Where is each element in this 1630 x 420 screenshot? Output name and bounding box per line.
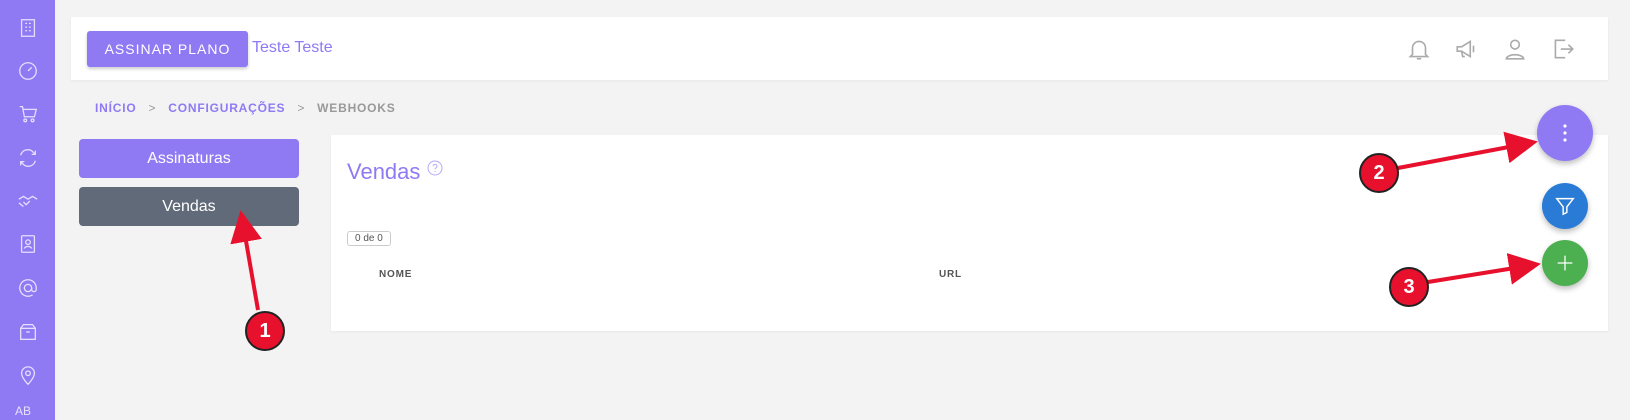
breadcrumb-inicio[interactable]: INÍCIO [95, 101, 136, 115]
annotation-marker-2: 2 [1359, 153, 1399, 193]
handshake-icon[interactable] [15, 188, 40, 213]
plus-icon [1557, 255, 1573, 271]
breadcrumb-webhooks: WEBHOOKS [317, 101, 396, 115]
annotation-marker-3: 3 [1389, 267, 1429, 307]
more-options-button[interactable] [1537, 105, 1593, 161]
location-pin-icon[interactable] [15, 363, 40, 388]
record-count-badge: 0 de 0 [347, 231, 391, 246]
megaphone-icon[interactable] [1453, 35, 1480, 62]
arrow-1 [230, 210, 262, 311]
refresh-icon[interactable] [15, 145, 40, 170]
annotation-marker-1: 1 [245, 311, 285, 351]
logout-icon[interactable] [1549, 35, 1576, 62]
sidebar-bottom-label: AB [15, 404, 32, 418]
breadcrumb-separator: > [297, 101, 306, 115]
contacts-book-icon[interactable] [15, 231, 40, 256]
page-title: Vendas [347, 159, 421, 184]
vertical-dots-icon [1563, 124, 1567, 142]
column-header-url[interactable]: URL [939, 269, 962, 280]
at-sign-icon[interactable] [15, 275, 40, 300]
menu-vendas-button[interactable]: Vendas [79, 187, 299, 226]
sidebar: AB [0, 0, 55, 420]
header-icons [1405, 35, 1576, 62]
breadcrumb: INÍCIO > CONFIGURAÇÕES > WEBHOOKS [95, 101, 396, 115]
column-header-nome[interactable]: NOME [379, 269, 412, 280]
filter-button[interactable] [1542, 183, 1588, 229]
cart-icon[interactable] [15, 101, 40, 126]
menu-assinaturas-button[interactable]: Assinaturas [79, 139, 299, 178]
dashboard-gauge-icon[interactable] [15, 58, 40, 83]
building-icon[interactable] [15, 15, 40, 40]
bell-icon[interactable] [1405, 35, 1432, 62]
filter-icon [1555, 197, 1575, 216]
top-header: ASSINAR PLANO Teste Teste [71, 17, 1608, 80]
package-icon[interactable] [15, 319, 40, 344]
user-name[interactable]: Teste Teste [252, 39, 333, 57]
user-icon[interactable] [1501, 35, 1528, 62]
breadcrumb-separator: > [148, 101, 157, 115]
help-icon[interactable] [427, 160, 443, 176]
add-webhook-button[interactable] [1542, 240, 1588, 286]
breadcrumb-configuracoes[interactable]: CONFIGURAÇÕES [168, 101, 285, 115]
subscribe-plan-button[interactable]: ASSINAR PLANO [87, 31, 248, 67]
